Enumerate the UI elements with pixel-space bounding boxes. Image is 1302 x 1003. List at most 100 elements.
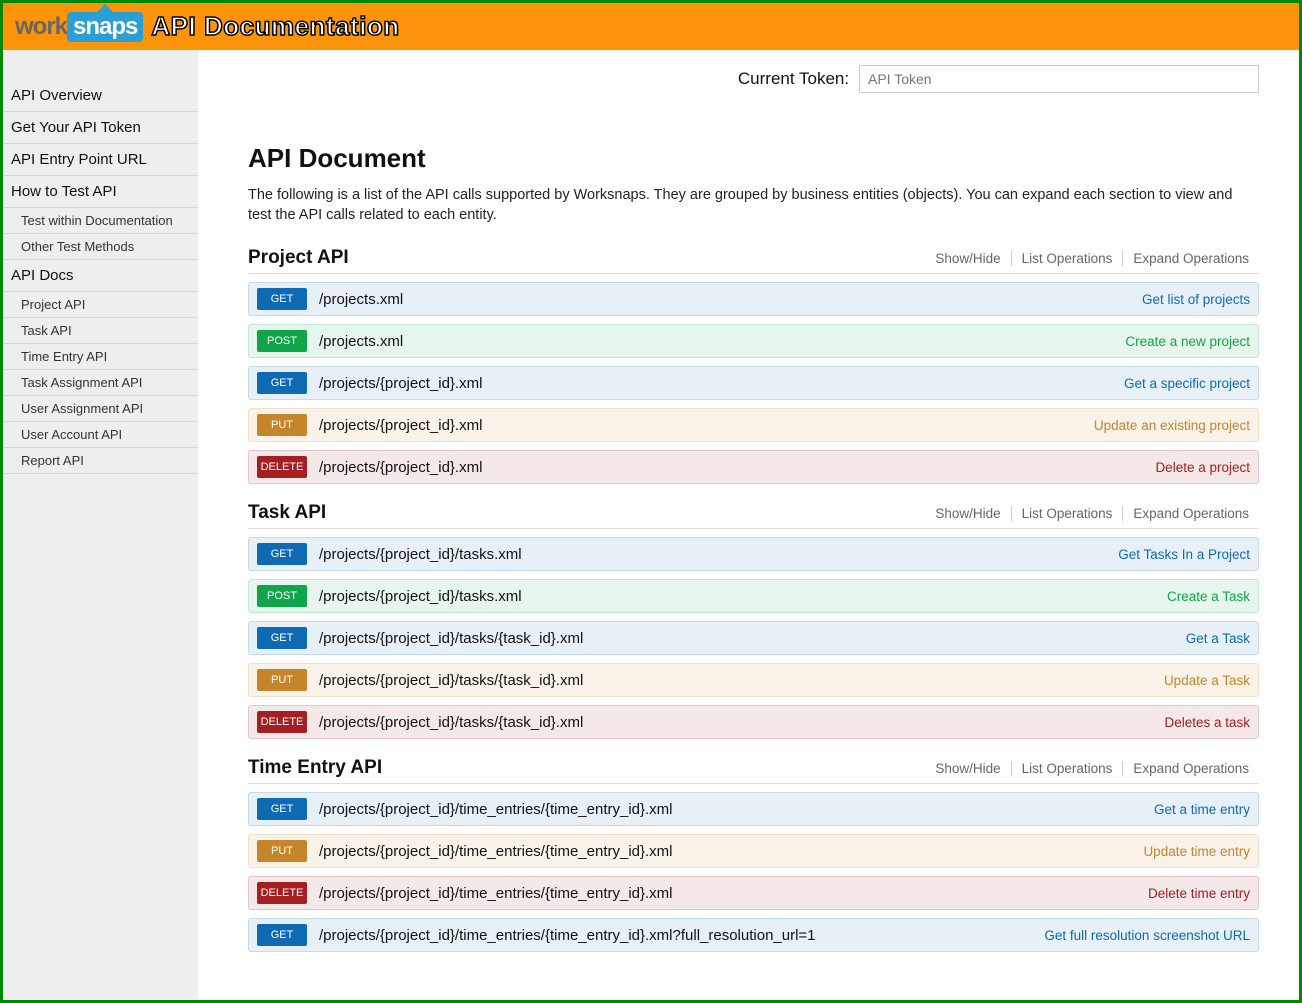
main-content: Current Token: API Document The followin…	[198, 50, 1299, 1000]
endpoint-desc: Update a Task	[1164, 673, 1250, 688]
method-badge-delete: DELETE	[257, 456, 307, 478]
sidebar-item-time-entry-api[interactable]: Time Entry API	[3, 344, 198, 370]
api-section-project-api: Project API Show/HideList OperationsExpan…	[248, 247, 1259, 484]
endpoint-path: /projects/{project_id}/time_entries/{tim…	[319, 927, 1044, 944]
endpoint-row[interactable]: DELETE/projects/{project_id}/tasks/{task…	[248, 705, 1259, 739]
sidebar-item-test-within-documentation[interactable]: Test within Documentation	[3, 208, 198, 234]
endpoint-path: /projects/{project_id}.xml	[319, 417, 1094, 434]
method-badge-get: GET	[257, 924, 307, 946]
endpoint-desc: Get Tasks In a Project	[1118, 547, 1250, 562]
sidebar-item-task-assignment-api[interactable]: Task Assignment API	[3, 370, 198, 396]
sidebar-item-user-assignment-api[interactable]: User Assignment API	[3, 396, 198, 422]
endpoint-path: /projects/{project_id}.xml	[319, 375, 1124, 392]
endpoint-row[interactable]: POST/projects/{project_id}/tasks.xmlCrea…	[248, 579, 1259, 613]
api-section-time-entry-api: Time Entry API Show/HideList OperationsEx…	[248, 757, 1259, 952]
sidebar-item-task-api[interactable]: Task API	[3, 318, 198, 344]
endpoint-row[interactable]: GET/projects/{project_id}.xmlGet a speci…	[248, 366, 1259, 400]
section-op-list[interactable]: List Operations	[1011, 761, 1123, 776]
endpoint-path: /projects/{project_id}/tasks/{task_id}.x…	[319, 630, 1186, 647]
page-intro: The following is a list of the API calls…	[248, 186, 1259, 225]
endpoint-row[interactable]: PUT/projects/{project_id}/time_entries/{…	[248, 834, 1259, 868]
section-op-expand[interactable]: Expand Operations	[1122, 761, 1259, 776]
endpoint-row[interactable]: GET/projects/{project_id}/time_entries/{…	[248, 792, 1259, 826]
endpoint-desc: Delete a project	[1155, 460, 1250, 475]
endpoint-row[interactable]: DELETE/projects/{project_id}/time_entrie…	[248, 876, 1259, 910]
logo-text-snaps: snaps	[67, 12, 143, 42]
sidebar-item-api-docs[interactable]: API Docs	[3, 260, 198, 292]
endpoint-desc: Get full resolution screenshot URL	[1044, 928, 1250, 943]
logo: worksnaps	[15, 12, 143, 42]
endpoint-row[interactable]: GET/projects.xmlGet list of projects	[248, 282, 1259, 316]
section-title[interactable]: Task API	[248, 502, 326, 524]
method-badge-delete: DELETE	[257, 882, 307, 904]
endpoint-desc: Deletes a task	[1164, 715, 1250, 730]
endpoint-path: /projects/{project_id}/tasks/{task_id}.x…	[319, 714, 1164, 731]
endpoint-desc: Update time entry	[1143, 844, 1250, 859]
sidebar-item-other-test-methods[interactable]: Other Test Methods	[3, 234, 198, 260]
method-badge-put: PUT	[257, 414, 307, 436]
endpoint-row[interactable]: GET/projects/{project_id}/tasks.xmlGet T…	[248, 537, 1259, 571]
section-header: Project API Show/HideList OperationsExpan…	[248, 247, 1259, 274]
endpoint-path: /projects/{project_id}/tasks/{task_id}.x…	[319, 672, 1164, 689]
endpoint-desc: Update an existing project	[1094, 418, 1250, 433]
sidebar-item-report-api[interactable]: Report API	[3, 448, 198, 474]
endpoint-desc: Get a time entry	[1154, 802, 1250, 817]
method-badge-post: POST	[257, 585, 307, 607]
method-badge-get: GET	[257, 543, 307, 565]
endpoint-path: /projects/{project_id}/tasks.xml	[319, 546, 1118, 563]
token-label: Current Token:	[738, 69, 849, 88]
api-section-task-api: Task API Show/HideList OperationsExpand O…	[248, 502, 1259, 739]
section-ops: Show/HideList OperationsExpand Operation…	[925, 506, 1259, 521]
endpoint-row[interactable]: POST/projects.xmlCreate a new project	[248, 324, 1259, 358]
endpoint-row[interactable]: GET/projects/{project_id}/tasks/{task_id…	[248, 621, 1259, 655]
section-op-show-hide[interactable]: Show/Hide	[925, 761, 1010, 776]
endpoint-path: /projects.xml	[319, 333, 1125, 350]
method-badge-put: PUT	[257, 669, 307, 691]
endpoint-row[interactable]: PUT/projects/{project_id}/tasks/{task_id…	[248, 663, 1259, 697]
section-ops: Show/HideList OperationsExpand Operation…	[925, 251, 1259, 266]
endpoint-path: /projects/{project_id}/time_entries/{tim…	[319, 801, 1154, 818]
sidebar-item-project-api[interactable]: Project API	[3, 292, 198, 318]
endpoint-path: /projects/{project_id}/time_entries/{tim…	[319, 885, 1148, 902]
section-op-show-hide[interactable]: Show/Hide	[925, 251, 1010, 266]
section-op-expand[interactable]: Expand Operations	[1122, 506, 1259, 521]
method-badge-get: GET	[257, 798, 307, 820]
endpoint-path: /projects/{project_id}.xml	[319, 459, 1155, 476]
endpoint-desc: Delete time entry	[1148, 886, 1250, 901]
endpoint-desc: Create a Task	[1167, 589, 1250, 604]
section-header: Task API Show/HideList OperationsExpand O…	[248, 502, 1259, 529]
section-ops: Show/HideList OperationsExpand Operation…	[925, 761, 1259, 776]
method-badge-put: PUT	[257, 840, 307, 862]
method-badge-get: GET	[257, 627, 307, 649]
token-input[interactable]	[859, 65, 1259, 93]
sidebar-item-get-your-api-token[interactable]: Get Your API Token	[3, 112, 198, 144]
token-row: Current Token:	[248, 65, 1259, 93]
section-op-show-hide[interactable]: Show/Hide	[925, 506, 1010, 521]
endpoint-path: /projects.xml	[319, 291, 1142, 308]
endpoint-row[interactable]: DELETE/projects/{project_id}.xmlDelete a…	[248, 450, 1259, 484]
section-op-expand[interactable]: Expand Operations	[1122, 251, 1259, 266]
section-header: Time Entry API Show/HideList OperationsEx…	[248, 757, 1259, 784]
section-title[interactable]: Time Entry API	[248, 757, 382, 779]
endpoint-path: /projects/{project_id}/tasks.xml	[319, 588, 1167, 605]
sidebar-item-how-to-test-api[interactable]: How to Test API	[3, 176, 198, 208]
sidebar-item-api-overview[interactable]: API Overview	[3, 80, 198, 112]
endpoint-desc: Get list of projects	[1142, 292, 1250, 307]
section-op-list[interactable]: List Operations	[1011, 506, 1123, 521]
method-badge-get: GET	[257, 288, 307, 310]
method-badge-get: GET	[257, 372, 307, 394]
section-op-list[interactable]: List Operations	[1011, 251, 1123, 266]
endpoint-desc: Create a new project	[1125, 334, 1250, 349]
sidebar-item-user-account-api[interactable]: User Account API	[3, 422, 198, 448]
endpoint-row[interactable]: PUT/projects/{project_id}.xmlUpdate an e…	[248, 408, 1259, 442]
page-header: worksnaps API Documentation	[3, 3, 1299, 50]
endpoint-desc: Get a Task	[1186, 631, 1250, 646]
endpoint-path: /projects/{project_id}/time_entries/{tim…	[319, 843, 1143, 860]
endpoint-desc: Get a specific project	[1124, 376, 1250, 391]
logo-text-work: work	[15, 13, 67, 41]
page-title: API Document	[248, 143, 1259, 174]
section-title[interactable]: Project API	[248, 247, 349, 269]
sidebar-item-api-entry-point-url[interactable]: API Entry Point URL	[3, 144, 198, 176]
method-badge-post: POST	[257, 330, 307, 352]
endpoint-row[interactable]: GET/projects/{project_id}/time_entries/{…	[248, 918, 1259, 952]
